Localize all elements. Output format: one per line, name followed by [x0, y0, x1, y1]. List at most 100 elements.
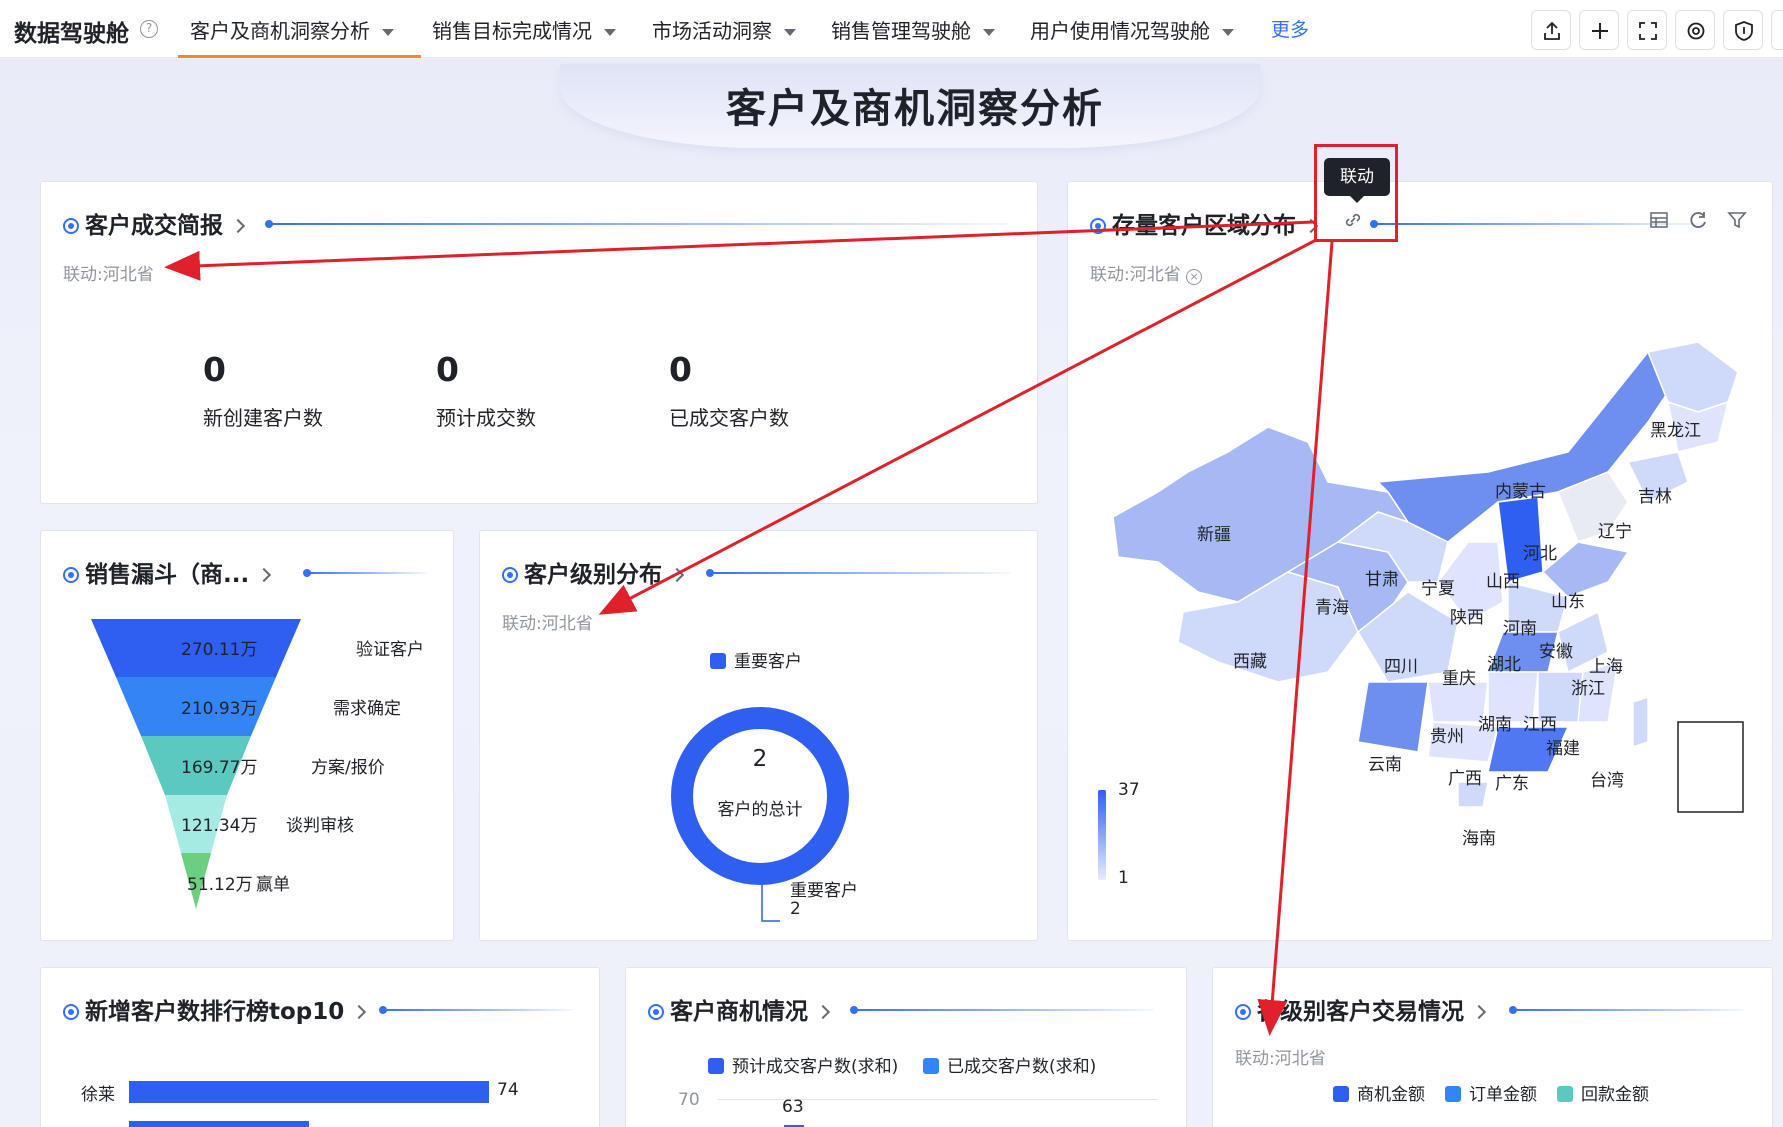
add-button[interactable]: [1579, 10, 1619, 50]
donut-total-label: 客户的总计: [717, 800, 803, 820]
legend-item[interactable]: 商机金额: [1333, 1080, 1425, 1105]
province-label: 河南: [1503, 619, 1537, 639]
chevron-down-icon: [784, 29, 796, 36]
card-region-distribution: 存量客户区域分布 联动:河北省 × 黑龙江 吉林 辽宁 内蒙古 新疆 河北 山西: [1067, 181, 1773, 941]
legend-item[interactable]: 订单金额: [1445, 1080, 1537, 1105]
ranking-bar[interactable]: [129, 1081, 489, 1103]
funnel-stage-label: 赢单: [256, 875, 290, 895]
title-divider: [1509, 1006, 1743, 1014]
card-sales-funnel: 销售漏斗（商... 270.11万 验证客户 210.93万 需求确定 169.…: [40, 530, 454, 941]
annotation-highlight-box: [1314, 144, 1398, 242]
province-label: 贵州: [1430, 727, 1464, 747]
province-label: 江西: [1523, 715, 1557, 735]
tab-sales-target[interactable]: 销售目标完成情况: [432, 15, 616, 44]
target-icon: [1090, 218, 1106, 234]
kpi-value-new-customers: 0: [203, 350, 226, 389]
province-label: 广东: [1495, 774, 1529, 794]
card-level-trade: 各级别客户交易情况 联动:河北省 商机金额 订单金额 回款金额: [1212, 967, 1773, 1127]
province-label: 云南: [1368, 755, 1402, 775]
legend-item[interactable]: 回款金额: [1557, 1080, 1649, 1105]
overflow-button[interactable]: [1771, 10, 1783, 50]
legend-item[interactable]: 已成交客户数(求和): [923, 1052, 1096, 1077]
province-label: 福建: [1546, 739, 1580, 759]
province-label: 陕西: [1450, 608, 1484, 628]
title-divider: [303, 569, 427, 577]
card-title[interactable]: 客户成交简报: [63, 206, 246, 240]
province-label: 青海: [1315, 598, 1349, 618]
card-title[interactable]: 各级别客户交易情况: [1235, 992, 1487, 1026]
tab-user-usage[interactable]: 用户使用情况驾驶舱: [1030, 15, 1234, 44]
app-brand: 数据驾驶舱: [14, 21, 129, 47]
kpi-value-expected-deals: 0: [436, 350, 459, 389]
province-label: 辽宁: [1598, 522, 1632, 542]
chevron-down-icon: [604, 29, 616, 36]
chevron-down-icon: [1222, 29, 1234, 36]
card-customer-level: 客户级别分布 联动:河北省 重要客户 2 客户的总计 重要客户 2: [479, 530, 1038, 941]
kpi-label-closed-customers: 已成交客户数: [669, 406, 789, 430]
table-view-icon[interactable]: [1649, 210, 1669, 234]
fullscreen-button[interactable]: [1627, 10, 1667, 50]
legend-swatch: [708, 1058, 724, 1074]
linkage-label: 联动:河北省: [63, 265, 154, 285]
funnel-stage-label: 需求确定: [333, 699, 401, 719]
filter-icon[interactable]: [1727, 210, 1747, 234]
ranking-value: 74: [497, 1080, 519, 1100]
legend-item[interactable]: 重要客户: [710, 647, 802, 672]
visual-map-scale[interactable]: [1098, 790, 1106, 880]
funnel-stage-label: 方案/报价: [311, 758, 385, 778]
province-label: 新疆: [1197, 525, 1231, 545]
permission-button[interactable]: [1723, 10, 1763, 50]
province-label: 海南: [1462, 829, 1496, 849]
province-label: 台湾: [1590, 771, 1624, 791]
tab-sales-management[interactable]: 销售管理驾驶舱: [831, 15, 995, 44]
linkage-label: 联动:河北省 ×: [1090, 260, 1203, 285]
province-label: 内蒙古: [1495, 482, 1546, 502]
card-title[interactable]: 销售漏斗（商...: [63, 555, 272, 589]
upload-icon: [1544, 21, 1560, 40]
y-axis-tick: 70: [678, 1090, 700, 1110]
title-divider: [265, 220, 1009, 228]
title-divider: [379, 1006, 573, 1014]
province-label: 宁夏: [1421, 579, 1455, 599]
bar-value-label: 63: [782, 1097, 804, 1117]
legend-swatch: [923, 1058, 939, 1074]
target-icon: [63, 567, 79, 583]
province-taiwan[interactable]: [1632, 695, 1649, 749]
chevron-right-icon: [1471, 1004, 1487, 1020]
card-new-customer-ranking: 新增客户数排行榜top10 徐莱 74: [40, 967, 600, 1127]
scale-min-label: 1: [1118, 868, 1129, 888]
chevron-down-icon: [983, 29, 995, 36]
slice-label: 重要客户: [790, 881, 858, 901]
active-tab-indicator: [178, 55, 421, 58]
province-label: 山东: [1551, 592, 1585, 612]
funnel-value: 51.12万: [187, 875, 253, 895]
legend-item[interactable]: 预计成交客户数(求和): [708, 1052, 898, 1077]
kpi-label-new-customers: 新创建客户数: [203, 406, 323, 430]
tab-market-activity[interactable]: 市场活动洞察: [652, 15, 796, 44]
settings-button[interactable]: [1675, 10, 1715, 50]
tab-customer-insight[interactable]: 客户及商机洞察分析: [190, 15, 394, 44]
card-title[interactable]: 客户级别分布: [502, 555, 685, 589]
ranking-bar[interactable]: [129, 1121, 309, 1127]
province-label: 浙江: [1571, 679, 1605, 699]
slice-value: 2: [790, 899, 801, 919]
plus-icon: [1592, 23, 1608, 39]
legend-swatch: [1557, 1086, 1573, 1102]
linkage-label: 联动:河北省: [1235, 1049, 1326, 1069]
help-icon[interactable]: ?: [140, 20, 158, 38]
share-button[interactable]: [1531, 10, 1571, 50]
card-title[interactable]: 客户商机情况: [648, 992, 831, 1026]
kpi-label-expected-deals: 预计成交数: [436, 406, 536, 430]
scale-max-label: 37: [1118, 780, 1140, 800]
page-title: 客户及商机洞察分析: [726, 86, 1104, 132]
card-title[interactable]: 新增客户数排行榜top10: [63, 992, 367, 1026]
card-title[interactable]: 存量客户区域分布: [1090, 206, 1319, 240]
clear-linkage-icon[interactable]: ×: [1186, 269, 1203, 285]
refresh-icon[interactable]: [1688, 210, 1708, 234]
shield-icon: [1735, 21, 1753, 41]
funnel-value: 121.34万: [181, 816, 258, 836]
more-tabs-link[interactable]: 更多: [1271, 15, 1309, 42]
province-yunnan[interactable]: [1357, 681, 1429, 753]
province-label: 甘肃: [1365, 570, 1399, 590]
funnel-stage-label: 谈判审核: [286, 816, 354, 836]
